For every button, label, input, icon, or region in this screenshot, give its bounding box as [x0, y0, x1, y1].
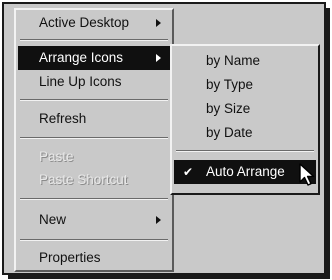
submenu-item-label: by Size [206, 101, 251, 116]
submenu-arrow-icon [156, 216, 161, 224]
submenu-item-label: by Type [206, 77, 254, 92]
menu-item-label: Active Desktop [39, 15, 130, 30]
arrange-icons-submenu: by Name by Type by Size by Date ✔ Auto A… [170, 44, 320, 195]
menu-separator [20, 198, 168, 200]
submenu-item-by-date[interactable]: by Date [174, 121, 316, 145]
menu-item-label: Properties [39, 250, 101, 265]
menu-separator [20, 39, 168, 41]
submenu-item-by-size[interactable]: by Size [174, 97, 316, 121]
menu-separator [20, 239, 168, 241]
submenu-item-label: Auto Arrange [206, 164, 285, 179]
menu-separator [20, 99, 168, 101]
menu-item-label: Paste [39, 149, 74, 164]
submenu-item-label: by Name [206, 53, 261, 68]
menu-item-label: Arrange Icons [39, 50, 124, 65]
submenu-item-by-name[interactable]: by Name [174, 49, 316, 73]
menu-item-active-desktop[interactable]: Active Desktop [18, 11, 170, 35]
checkmark-icon: ✔ [183, 165, 194, 179]
menu-item-refresh[interactable]: Refresh [18, 107, 170, 131]
submenu-item-label: by Date [206, 125, 253, 140]
menu-item-line-up-icons[interactable]: Line Up Icons [18, 70, 170, 94]
menu-item-new[interactable]: New [18, 208, 170, 232]
menu-item-label: Line Up Icons [39, 74, 122, 89]
submenu-item-auto-arrange[interactable]: ✔ Auto Arrange [174, 160, 316, 184]
menu-item-label: New [39, 212, 67, 227]
menu-item-paste[interactable]: Paste [18, 145, 170, 169]
submenu-separator [176, 150, 314, 152]
mouse-pointer-icon [299, 163, 315, 186]
menu-item-label: Refresh [39, 111, 87, 126]
submenu-arrow-icon [156, 19, 161, 27]
menu-item-properties[interactable]: Properties [18, 246, 170, 270]
menu-separator [20, 137, 168, 139]
menu-item-paste-shortcut[interactable]: Paste Shortcut [18, 168, 170, 192]
menu-item-arrange-icons[interactable]: Arrange Icons [18, 46, 170, 70]
submenu-item-by-type[interactable]: by Type [174, 73, 316, 97]
desktop-context-menu: Active Desktop Arrange Icons Line Up Ico… [14, 8, 174, 272]
submenu-arrow-icon [156, 54, 161, 62]
menu-item-label: Paste Shortcut [39, 172, 128, 187]
